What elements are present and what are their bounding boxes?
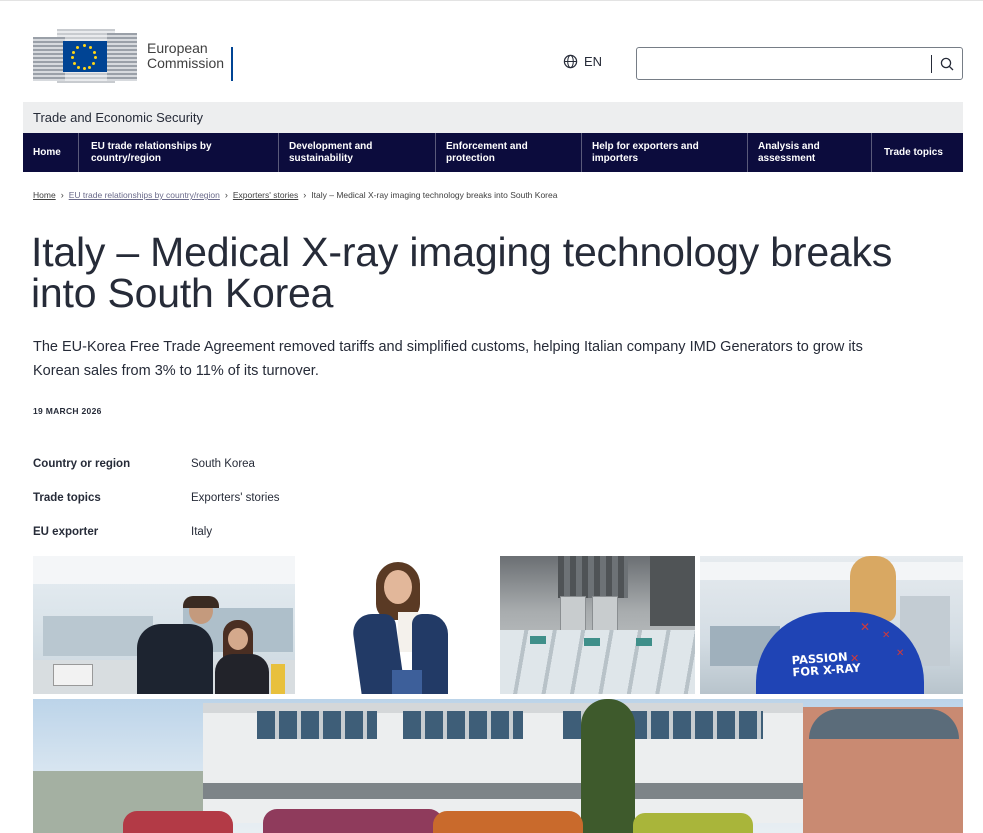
meta-label: EU exporter xyxy=(33,526,99,538)
logo-wordmark: European Commission xyxy=(147,40,225,71)
search-button[interactable] xyxy=(932,48,962,79)
site-name[interactable]: Trade and Economic Security xyxy=(33,110,203,125)
nav-item-help-exporters-importers[interactable]: Help for exporters and importers xyxy=(582,133,748,172)
photo-woman-portrait xyxy=(300,556,495,694)
breadcrumb-current: Italy – Medical X-ray imaging technology… xyxy=(311,190,558,200)
breadcrumb: Home › EU trade relationships by country… xyxy=(33,190,557,200)
page-title: Italy – Medical X-ray imaging technology… xyxy=(31,229,893,316)
breadcrumb-trade-relationships[interactable]: EU trade relationships by country/region xyxy=(69,190,220,200)
nav-item-analysis-assessment[interactable]: Analysis and assessment xyxy=(748,133,872,172)
article-metadata: Country or region South Korea Trade topi… xyxy=(33,452,279,544)
star-icon: ✕ xyxy=(896,648,905,659)
meta-row-trade-topics: Trade topics Exporters' stories xyxy=(33,486,279,510)
meta-value: South Korea xyxy=(191,458,255,470)
site-header: European Commission EN xyxy=(0,0,983,100)
european-commission-logo[interactable]: European Commission xyxy=(33,27,243,85)
meta-row-eu-exporter: EU exporter Italy xyxy=(33,520,279,544)
meta-label: Trade topics xyxy=(33,492,101,504)
photo-company-building xyxy=(33,699,963,833)
language-selector[interactable]: EN xyxy=(563,54,602,69)
photo-production-line xyxy=(500,556,695,694)
star-icon: ✕ xyxy=(860,620,871,634)
breadcrumb-exporters-stories[interactable]: Exporters' stories xyxy=(233,190,298,200)
berlaymont-logo-icon xyxy=(33,27,137,85)
meta-label: Country or region xyxy=(33,458,131,470)
globe-icon xyxy=(563,54,578,69)
photo-lab-colleagues xyxy=(33,556,295,694)
publication-date: 19 MARCH 2026 xyxy=(33,406,102,416)
photo-passion-for-xray-jacket: ✕ ✕ ✕ ✕ PASSION FOR X-RAY xyxy=(700,556,963,694)
nav-item-trade-topics[interactable]: Trade topics xyxy=(872,133,963,172)
jacket-print-text: PASSION FOR X-RAY xyxy=(791,649,862,680)
language-code: EN xyxy=(584,54,603,69)
meta-row-country: Country or region South Korea xyxy=(33,452,279,476)
nav-item-enforcement-protection[interactable]: Enforcement and protection xyxy=(436,133,582,172)
logo-divider xyxy=(231,47,233,81)
nav-item-trade-relationships[interactable]: EU trade relationships by country/region xyxy=(79,133,279,172)
chevron-right-icon: › xyxy=(224,190,228,200)
breadcrumb-home[interactable]: Home xyxy=(33,190,56,200)
nav-item-development-sustainability[interactable]: Development and sustainability xyxy=(279,133,436,172)
nav-item-home[interactable]: Home xyxy=(23,133,79,172)
meta-value: Exporters' stories xyxy=(191,492,280,504)
search-input[interactable] xyxy=(637,48,931,79)
chevron-right-icon: › xyxy=(60,190,64,200)
chevron-right-icon: › xyxy=(303,190,307,200)
star-icon: ✕ xyxy=(882,630,891,641)
search-box xyxy=(636,47,963,80)
site-name-bar: Trade and Economic Security xyxy=(23,102,963,133)
search-icon xyxy=(940,57,954,70)
main-navigation: Home EU trade relationships by country/r… xyxy=(23,133,963,172)
article-lead: The EU-Korea Free Trade Agreement remove… xyxy=(33,339,863,379)
meta-value: Italy xyxy=(191,526,213,538)
eu-flag-icon xyxy=(63,41,107,72)
